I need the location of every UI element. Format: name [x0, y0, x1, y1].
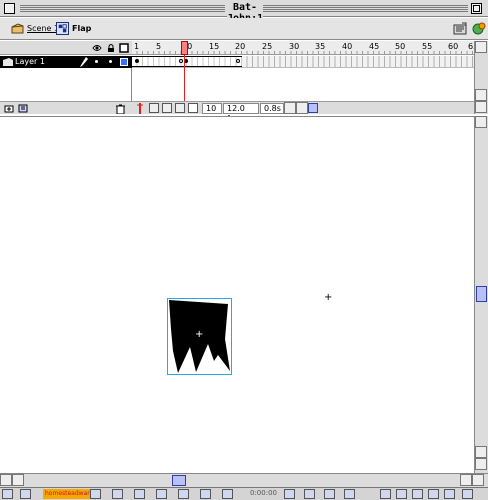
ruler-tick: 25: [262, 42, 273, 51]
crosshair-icon: +: [324, 292, 333, 303]
edit-multiple-frames-icon[interactable]: [175, 103, 185, 113]
current-frame: 10: [202, 103, 222, 114]
scroll-left-button[interactable]: [460, 474, 472, 486]
scene-icon: [11, 23, 24, 34]
symbol-breadcrumb: Flap: [72, 24, 92, 33]
taskbar-app-icon[interactable]: [134, 489, 145, 499]
taskbar-app-icon[interactable]: [462, 489, 473, 499]
taskbar-app-icon[interactable]: [304, 489, 315, 499]
onion-skin-icon[interactable]: [149, 103, 159, 113]
taskbar-app-label[interactable]: homesteadware: [43, 489, 96, 499]
scroll-down-button[interactable]: [475, 446, 487, 458]
ruler-tick: 55: [422, 42, 433, 51]
taskbar-app-icon[interactable]: [428, 489, 439, 499]
zoom-box-icon[interactable]: [471, 3, 482, 14]
edit-bar: Scene 1 Flap: [0, 18, 488, 40]
taskbar-app-icon[interactable]: [324, 489, 335, 499]
taskbar-app-icon[interactable]: [112, 489, 123, 499]
outline-color-swatch[interactable]: [120, 58, 128, 66]
taskbar-app-icon[interactable]: [200, 489, 211, 499]
scene-breadcrumb-link[interactable]: Scene 1: [27, 24, 59, 33]
stage-vscroll-thumb[interactable]: [476, 286, 487, 302]
elapsed-time: 0.8s: [260, 103, 284, 114]
taskbar-app-icon[interactable]: [412, 489, 423, 499]
stage-vscroll[interactable]: [474, 116, 488, 473]
stage-hscroll-thumb[interactable]: [172, 475, 186, 486]
taskbar-app-icon[interactable]: [20, 489, 31, 499]
taskbar-app-icon[interactable]: [284, 489, 295, 499]
ruler-tick: 5: [156, 42, 162, 51]
scroll-down-button[interactable]: [475, 89, 487, 101]
ruler-tick: 15: [209, 42, 220, 51]
eye-icon[interactable]: [92, 43, 102, 53]
ruler-tick: 35: [315, 42, 326, 51]
taskbar-app-icon[interactable]: [344, 489, 355, 499]
scroll-right-button[interactable]: [475, 101, 487, 113]
add-guide-layer-icon[interactable]: [18, 104, 28, 113]
taskbar-app-icon[interactable]: [2, 489, 13, 499]
timeline-footer: 10 12.0 fps 0.8s: [132, 101, 474, 123]
taskbar-clock: 0:00:00: [250, 489, 277, 497]
taskbar-app-icon[interactable]: [156, 489, 167, 499]
scroll-left-button[interactable]: [284, 102, 296, 114]
playhead[interactable]: [181, 41, 188, 55]
keyframe[interactable]: [179, 59, 183, 63]
layer-footer: [0, 101, 132, 114]
modify-onion-markers-icon[interactable]: [188, 103, 198, 113]
ruler-tick: 30: [289, 42, 300, 51]
scroll-right-button[interactable]: [472, 474, 484, 486]
frame-rate: 12.0 fps: [223, 103, 259, 123]
taskbar-app-icon[interactable]: [90, 489, 101, 499]
taskbar-app-icon[interactable]: [178, 489, 189, 499]
lock-dot[interactable]: [109, 60, 112, 63]
scroll-right-button[interactable]: [296, 102, 308, 114]
pencil-icon: [80, 57, 88, 67]
scroll-right-button[interactable]: [12, 474, 24, 486]
taskbar-app-icon[interactable]: [222, 489, 233, 499]
outline-square-icon[interactable]: [119, 43, 129, 53]
visibility-dot[interactable]: [95, 60, 98, 63]
center-frame-icon[interactable]: [136, 103, 144, 114]
timeline-vscroll[interactable]: [474, 41, 488, 114]
registration-point-icon: +: [195, 329, 204, 340]
layer-row[interactable]: Layer 1: [0, 56, 132, 68]
layer-list-empty: [0, 68, 132, 101]
window-title-bar[interactable]: Bat-John:1: [0, 0, 488, 24]
title-bar-stripes: [263, 4, 468, 13]
title-bar-stripes: [20, 4, 225, 13]
close-box-icon[interactable]: [4, 3, 15, 14]
edit-symbol-icon[interactable]: [471, 21, 486, 36]
onion-skin-outlines-icon[interactable]: [162, 103, 172, 113]
keyframe[interactable]: [135, 59, 139, 63]
ruler-tick: 50: [395, 42, 406, 51]
ruler-tick: 1: [134, 42, 140, 51]
trash-icon[interactable]: [116, 104, 125, 114]
movie-clip-symbol-icon: [56, 22, 69, 35]
selection-bounding-box[interactable]: +: [167, 298, 232, 375]
layer-name[interactable]: Layer 1: [15, 57, 45, 66]
add-layer-icon[interactable]: [4, 104, 14, 113]
ruler-tick: 40: [342, 42, 353, 51]
scroll-down-button[interactable]: [475, 458, 487, 470]
ruler-tick: 20: [235, 42, 246, 51]
layer-icon: [3, 58, 13, 66]
ruler-tick: 45: [369, 42, 380, 51]
edit-scene-icon[interactable]: [453, 21, 468, 36]
layer-header: [0, 41, 132, 55]
timeline-hscroll-thumb[interactable]: [308, 103, 318, 113]
stage-hscroll[interactable]: [0, 473, 488, 487]
taskbar-app-icon[interactable]: [396, 489, 407, 499]
ruler-tick: 60: [448, 42, 459, 51]
scroll-up-button[interactable]: [475, 41, 487, 53]
taskbar: homesteadware 0:00:00: [0, 487, 488, 500]
taskbar-app-icon[interactable]: [444, 489, 455, 499]
scroll-up-button[interactable]: [475, 116, 487, 128]
keyframe[interactable]: [236, 59, 240, 63]
stage[interactable]: + +: [0, 116, 474, 473]
empty-frames: [242, 56, 474, 67]
taskbar-app-icon[interactable]: [380, 489, 391, 499]
scroll-left-button[interactable]: [0, 474, 12, 486]
lock-icon[interactable]: [106, 43, 116, 53]
timeline-panel: Layer 1 1 5 10 15 20 25 30 35 40: [0, 41, 488, 123]
